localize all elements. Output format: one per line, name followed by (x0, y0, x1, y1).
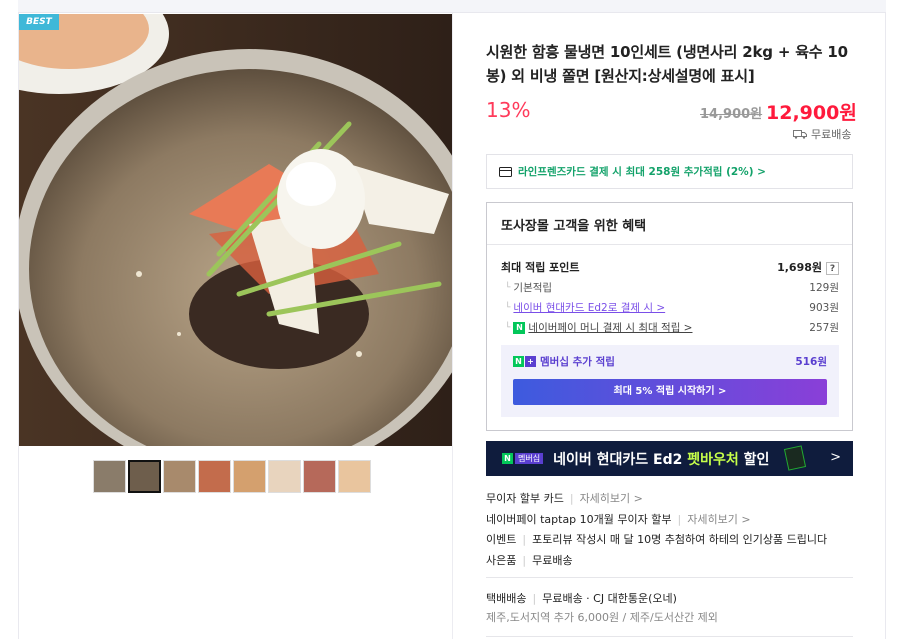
benefit-heading: 또사장몰 고객을 위한 혜택 (487, 203, 852, 245)
credit-card-icon (499, 166, 512, 177)
membership-row: N + 멤버십 추가 적립 516원 (513, 354, 827, 369)
npay-icon: N (513, 321, 526, 334)
card-promo[interactable]: 라인프렌즈카드 결제 시 최대 258원 추가적립 (2%) > (486, 154, 853, 189)
installment-more-link[interactable]: 자세히보기 > (580, 490, 643, 506)
points-row-npay[interactable]: └ N 네이버페이 머니 결제 시 최대 적립 > 257원 (505, 320, 839, 335)
help-icon[interactable]: ? (826, 262, 839, 275)
max-points-value: 1,698원 (777, 261, 822, 274)
gift-text: 무료배송 (532, 554, 573, 567)
thumbnail-strip (93, 460, 371, 493)
separator: | (522, 532, 527, 546)
corner-icon: └ (505, 282, 511, 293)
points-row-basic: └ 기본적립 129원 (505, 280, 839, 295)
thumbnail[interactable] (338, 460, 371, 493)
separator: | (532, 591, 537, 605)
benefit-box: 또사장몰 고객을 위한 혜택 최대 적립 포인트 1,698원? └ 기본적립 1… (486, 202, 853, 431)
thumbnail[interactable] (268, 460, 301, 493)
banner-text: 네이버 현대카드 Ed2 펫바우처 할인 (553, 449, 769, 469)
taptap-more-link[interactable]: 자세히보기 > (687, 511, 750, 527)
original-price: 14,900원 (700, 107, 763, 122)
separator: | (569, 491, 574, 505)
npay-money-link[interactable]: 네이버페이 머니 결제 시 최대 적립 > (528, 320, 692, 335)
gift-label: 사은품 (486, 554, 517, 567)
separator: | (677, 512, 682, 526)
corner-icon: └ (505, 322, 511, 333)
membership-badge: N 멤버십 (502, 453, 544, 464)
banner-text-c: 할인 (738, 451, 770, 468)
membership-label: 멤버십 추가 적립 (540, 356, 615, 368)
thumbnail[interactable] (233, 460, 266, 493)
points-row-value: 903원 (809, 302, 839, 314)
naver-plus-icon: N + (513, 356, 536, 367)
thumbnail[interactable] (93, 460, 126, 493)
delivery-note: 제주,도서지역 추가 6,000원 / 제주/도서산간 제외 (486, 611, 718, 624)
naver-plus-icon: N (502, 453, 513, 464)
delivery-row: 택배배송 | 무료배송 · CJ 대한통운(오네) (486, 590, 677, 606)
delivery-label: 택배배송 (486, 592, 527, 605)
max-points-label: 최대 적립 포인트 (501, 261, 580, 274)
thumbnail[interactable] (198, 460, 231, 493)
points-row-label: 기본적립 (513, 282, 553, 294)
points-row-value: 129원 (809, 282, 839, 294)
event-label: 이벤트 (486, 533, 517, 546)
installment-label: 무이자 할부 카드 (486, 492, 564, 505)
shipping-label: 무료배송 (811, 128, 852, 141)
thumbnail[interactable] (303, 460, 336, 493)
main-product-image (19, 14, 452, 446)
shipping-info: 무료배송 (793, 126, 851, 142)
truck-icon (793, 130, 807, 139)
event-row: 이벤트 | 포토리뷰 작성시 매 달 10명 추첨하여 하테의 인기상품 드립니… (486, 531, 827, 547)
taptap-label: 네이버페이 taptap 10개월 무이자 할부 (486, 513, 672, 526)
best-badge: BEST (19, 14, 59, 30)
points-row-value: 257원 (809, 322, 839, 334)
installment-row: 무이자 할부 카드 | 자세히보기 > (486, 490, 643, 506)
taptap-row: 네이버페이 taptap 10개월 무이자 할부 | 자세히보기 > (486, 511, 751, 527)
column-divider (452, 13, 453, 639)
gift-row: 사은품 | 무료배송 (486, 552, 573, 568)
discount-rate: 13% (486, 98, 531, 122)
hyundai-card-link[interactable]: 네이버 현대카드 Ed2로 결제 시 > (513, 300, 665, 315)
chevron-right-icon: > (830, 450, 841, 465)
banner-text-b: 펫바우처 (687, 451, 739, 468)
top-bar (18, 0, 886, 13)
separator: | (522, 553, 527, 567)
corner-icon: └ (505, 302, 511, 313)
points-row-hyundai[interactable]: └ 네이버 현대카드 Ed2로 결제 시 > 903원 (505, 300, 839, 315)
banner-badge-label: 멤버십 (515, 453, 544, 464)
membership-start-button[interactable]: 최대 5% 적립 시작하기 > (513, 379, 827, 405)
delivery-text: 무료배송 · CJ 대한통운(오네) (542, 592, 677, 605)
section-divider (486, 577, 853, 578)
membership-value: 516원 (795, 356, 827, 368)
thumbnail[interactable] (163, 460, 196, 493)
card-promo-text: 라인프렌즈카드 결제 시 최대 258원 추가적립 (2%) > (518, 166, 766, 178)
section-divider (486, 636, 853, 637)
max-points-row: 최대 적립 포인트 1,698원? (501, 259, 839, 275)
thumbnail-selected[interactable] (128, 460, 161, 493)
product-title: 시원한 함흥 물냉면 10인세트 (냉면사리 2kg + 육수 10봉) 외 비… (486, 43, 848, 85)
banner-text-a: 네이버 현대카드 Ed2 (553, 451, 688, 468)
event-text: 포토리뷰 작성시 매 달 10명 추첨하여 하테의 인기상품 드립니다 (532, 533, 828, 546)
sale-price: 12,900원 (766, 102, 857, 124)
membership-box: N + 멤버십 추가 적립 516원 최대 5% 적립 시작하기 > (501, 345, 839, 417)
